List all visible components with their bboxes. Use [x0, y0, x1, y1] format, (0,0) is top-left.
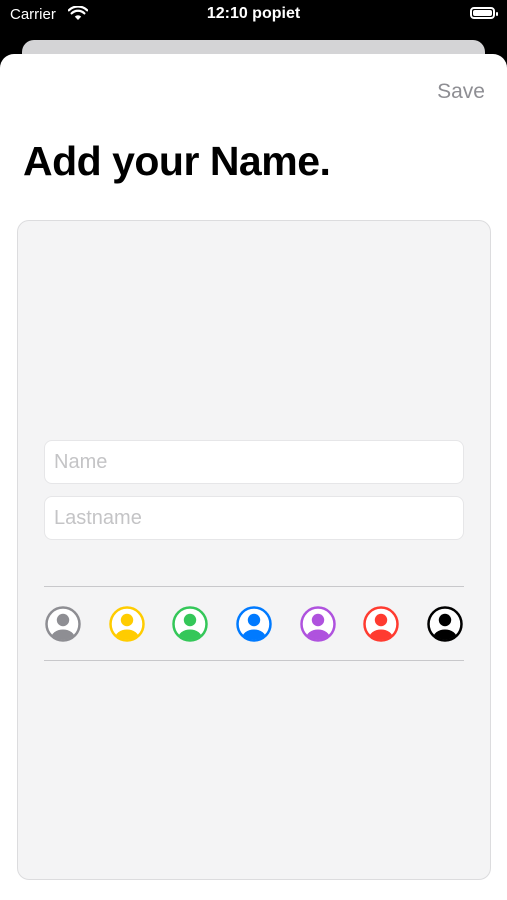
status-bar: Carrier 12:10 popiet — [0, 0, 507, 34]
avatar-color-picker — [44, 605, 464, 643]
divider — [44, 660, 464, 661]
avatar-yellow-icon[interactable] — [108, 605, 146, 643]
lastname-field[interactable] — [44, 496, 464, 540]
avatar-gray-icon[interactable] — [44, 605, 82, 643]
form-card — [17, 220, 491, 880]
page-title: Add your Name. — [23, 138, 331, 184]
avatar-black-icon[interactable] — [426, 605, 464, 643]
save-button[interactable]: Save — [437, 80, 485, 104]
avatar-green-icon[interactable] — [171, 605, 209, 643]
avatar-purple-icon[interactable] — [299, 605, 337, 643]
status-time: 12:10 popiet — [206, 5, 301, 22]
divider — [44, 586, 464, 587]
avatar-blue-icon[interactable] — [235, 605, 273, 643]
avatar-red-icon[interactable] — [362, 605, 400, 643]
modal-sheet: Save Add your Name. — [0, 54, 507, 900]
name-field[interactable] — [44, 440, 464, 484]
battery-icon — [470, 7, 498, 19]
